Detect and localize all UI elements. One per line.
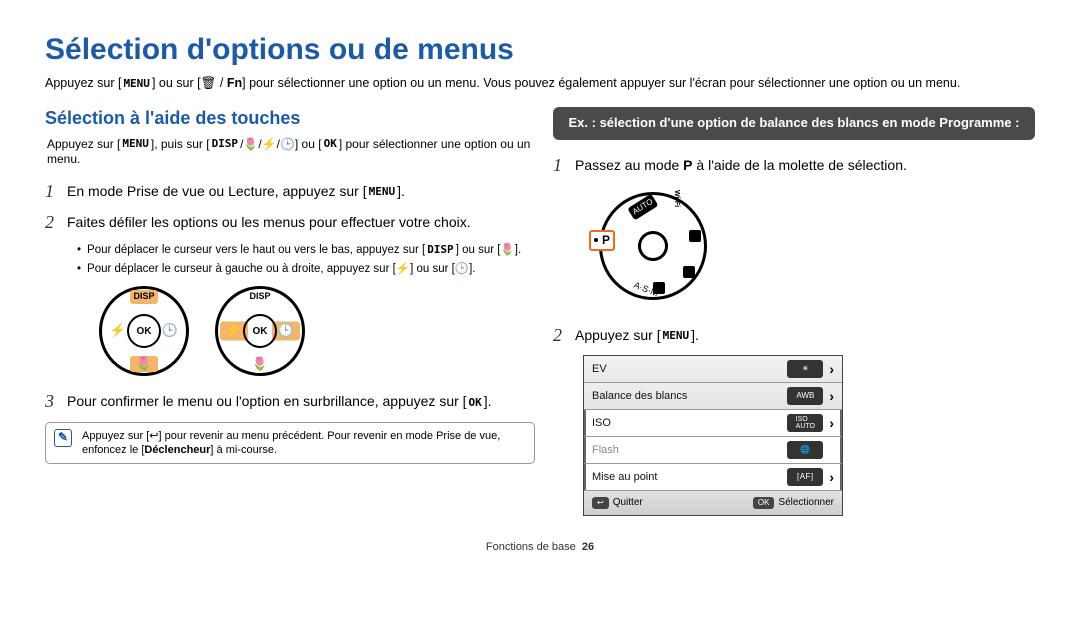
t: Faites défiler les options ou les menus …: [67, 211, 535, 234]
intro-part: Appuyez sur [: [45, 76, 121, 90]
t: ] à mi-course.: [210, 444, 277, 456]
footer-page-number: 26: [582, 541, 594, 553]
t: ].: [397, 183, 405, 199]
r-step-1: 1 Passez au mode P à l'aide de la molett…: [553, 154, 1035, 177]
direction-dial-vertical: DISP 🌷 ⚡ 🕒 OK: [99, 286, 189, 376]
note-box: ✎ Appuyez sur [↩] pour revenir au menu p…: [45, 422, 535, 465]
lcd-row-label: Balance des blancs: [592, 389, 787, 403]
iso-icon: ISOAUTO: [787, 414, 823, 432]
step-1: 1 En mode Prise de vue ou Lecture, appuy…: [45, 180, 535, 203]
t: En mode Prise de vue ou Lecture, appuyez…: [67, 183, 367, 199]
mode-icon: [689, 230, 701, 242]
mode-wifi-label: Wi-Fi: [672, 190, 681, 207]
page-title: Sélection d'options ou de menus: [45, 30, 1035, 69]
t: Appuyez sur [: [575, 327, 661, 343]
awb-icon: AWB: [787, 387, 823, 405]
r-step-2: 2 Appuyez sur [MENU].: [553, 324, 1035, 347]
dial-ok-button: OK: [127, 314, 161, 348]
menu-glyph: MENU: [367, 186, 398, 198]
mode-p-glyph: P: [683, 157, 692, 173]
step-number: 1: [45, 180, 67, 203]
mode-p-highlight: P: [589, 230, 615, 252]
t: Pour déplacer le curseur à gauche ou à d…: [87, 262, 476, 277]
intro-part: ] pour sélectionner une option ou un men…: [242, 76, 960, 90]
step-number: 2: [553, 324, 575, 347]
lcd-row[interactable]: ISO ISOAUTO ›: [584, 410, 842, 437]
dial-ok-button: OK: [243, 314, 277, 348]
t: Sélectionner: [778, 496, 834, 509]
ok-icon: OK: [753, 497, 775, 509]
menu-glyph: MENU: [121, 78, 152, 90]
left-lead: Appuyez sur [MENU], puis sur [DISP/🌷/⚡/🕒…: [45, 137, 535, 168]
ok-glyph: OK: [322, 138, 339, 150]
disp-glyph: DISP: [425, 244, 456, 256]
t: P: [602, 233, 610, 249]
t: ] ou sur [🌷].: [456, 244, 521, 256]
flash-off-icon: 🌐: [787, 441, 823, 459]
chevron-right-icon: ›: [829, 360, 834, 378]
t: ], puis sur [: [151, 137, 210, 151]
fn-glyph: Fn: [227, 76, 242, 90]
dial-disp-label: DISP: [246, 290, 274, 304]
step-number: 2: [45, 211, 67, 234]
ev-icon: ☀: [787, 360, 823, 378]
lcd-row[interactable]: Balance des blancs AWB ›: [584, 383, 842, 410]
lcd-row-label: EV: [592, 362, 787, 376]
lcd-menu: EV ☀ › Balance des blancs AWB › ISO ISOA…: [583, 355, 843, 516]
back-icon: ↩: [592, 497, 609, 509]
lcd-row: Flash 🌐 ›: [584, 437, 842, 464]
lcd-row-label: ISO: [592, 416, 787, 430]
menu-glyph: MENU: [120, 138, 151, 150]
af-icon: [AF]: [787, 468, 823, 486]
t: Déclencheur: [144, 444, 210, 456]
note-icon: ✎: [54, 429, 72, 447]
disp-glyph: DISP: [210, 138, 241, 150]
lcd-row-label: Flash: [592, 443, 787, 457]
t: Pour déplacer le curseur vers le haut ou…: [87, 244, 425, 256]
lcd-row[interactable]: EV ☀ ›: [584, 356, 842, 383]
t: Quitter: [613, 496, 643, 509]
footer-section: Fonctions de base: [486, 541, 576, 553]
menu-glyph: MENU: [661, 330, 692, 342]
chevron-right-icon: ›: [829, 414, 834, 432]
t: Pour confirmer le menu ou l'option en su…: [67, 393, 467, 409]
example-header: Ex. : sélection d'une option de balance …: [553, 107, 1035, 140]
left-subtitle: Sélection à l'aide des touches: [45, 107, 535, 130]
right-column: Ex. : sélection d'une option de balance …: [553, 107, 1035, 516]
t: Appuyez sur [: [47, 137, 120, 151]
lcd-row-label: Mise au point: [592, 470, 787, 484]
page-footer: Fonctions de base 26: [45, 540, 1035, 554]
direction-dial-horizontal: DISP 🌷 ⚡ 🕒 OK: [215, 286, 305, 376]
t: ].: [691, 327, 699, 343]
mode-dial-knob: [638, 231, 668, 261]
direction-dials: DISP 🌷 ⚡ 🕒 OK DISP 🌷 ⚡ 🕒 OK: [45, 286, 535, 376]
step-number: 3: [45, 390, 67, 413]
mode-dial: AUTO Wi-Fi A·S·M P: [593, 186, 713, 306]
left-column: Sélection à l'aide des touches Appuyez s…: [45, 107, 535, 516]
chevron-right-icon: ›: [829, 468, 834, 486]
ok-glyph: OK: [467, 397, 484, 409]
mode-icon: [653, 282, 665, 294]
bullet-item: Pour déplacer le curseur à gauche ou à d…: [77, 262, 535, 277]
bullet-item: Pour déplacer le curseur vers le haut ou…: [77, 243, 535, 258]
lcd-row[interactable]: Mise au point [AF] ›: [584, 464, 842, 491]
step2-bullets: Pour déplacer le curseur vers le haut ou…: [77, 243, 535, 277]
step-2: 2 Faites défiler les options ou les menu…: [45, 211, 535, 234]
lcd-footer: ↩ Quitter OK Sélectionner: [584, 491, 842, 515]
t: ].: [484, 393, 492, 409]
t: /🌷/⚡/🕒] ou [: [240, 137, 322, 151]
lcd-quit-button[interactable]: ↩ Quitter: [592, 496, 643, 509]
t: à l'aide de la molette de sélection.: [693, 157, 907, 173]
chevron-right-icon: ›: [829, 387, 834, 405]
intro-part: ] ou sur [🗑 /: [152, 76, 227, 90]
lcd-select-button[interactable]: OK Sélectionner: [753, 496, 834, 509]
t: Passez au mode: [575, 157, 683, 173]
dial-macro-icon: 🌷: [130, 356, 158, 373]
mode-icon: [683, 266, 695, 278]
dial-macro-icon: 🌷: [246, 356, 274, 373]
intro-text: Appuyez sur [MENU] ou sur [🗑 / Fn] pour …: [45, 75, 1035, 91]
dial-disp-label: DISP: [130, 290, 158, 304]
step-number: 1: [553, 154, 575, 177]
step-3: 3 Pour confirmer le menu ou l'option en …: [45, 390, 535, 413]
